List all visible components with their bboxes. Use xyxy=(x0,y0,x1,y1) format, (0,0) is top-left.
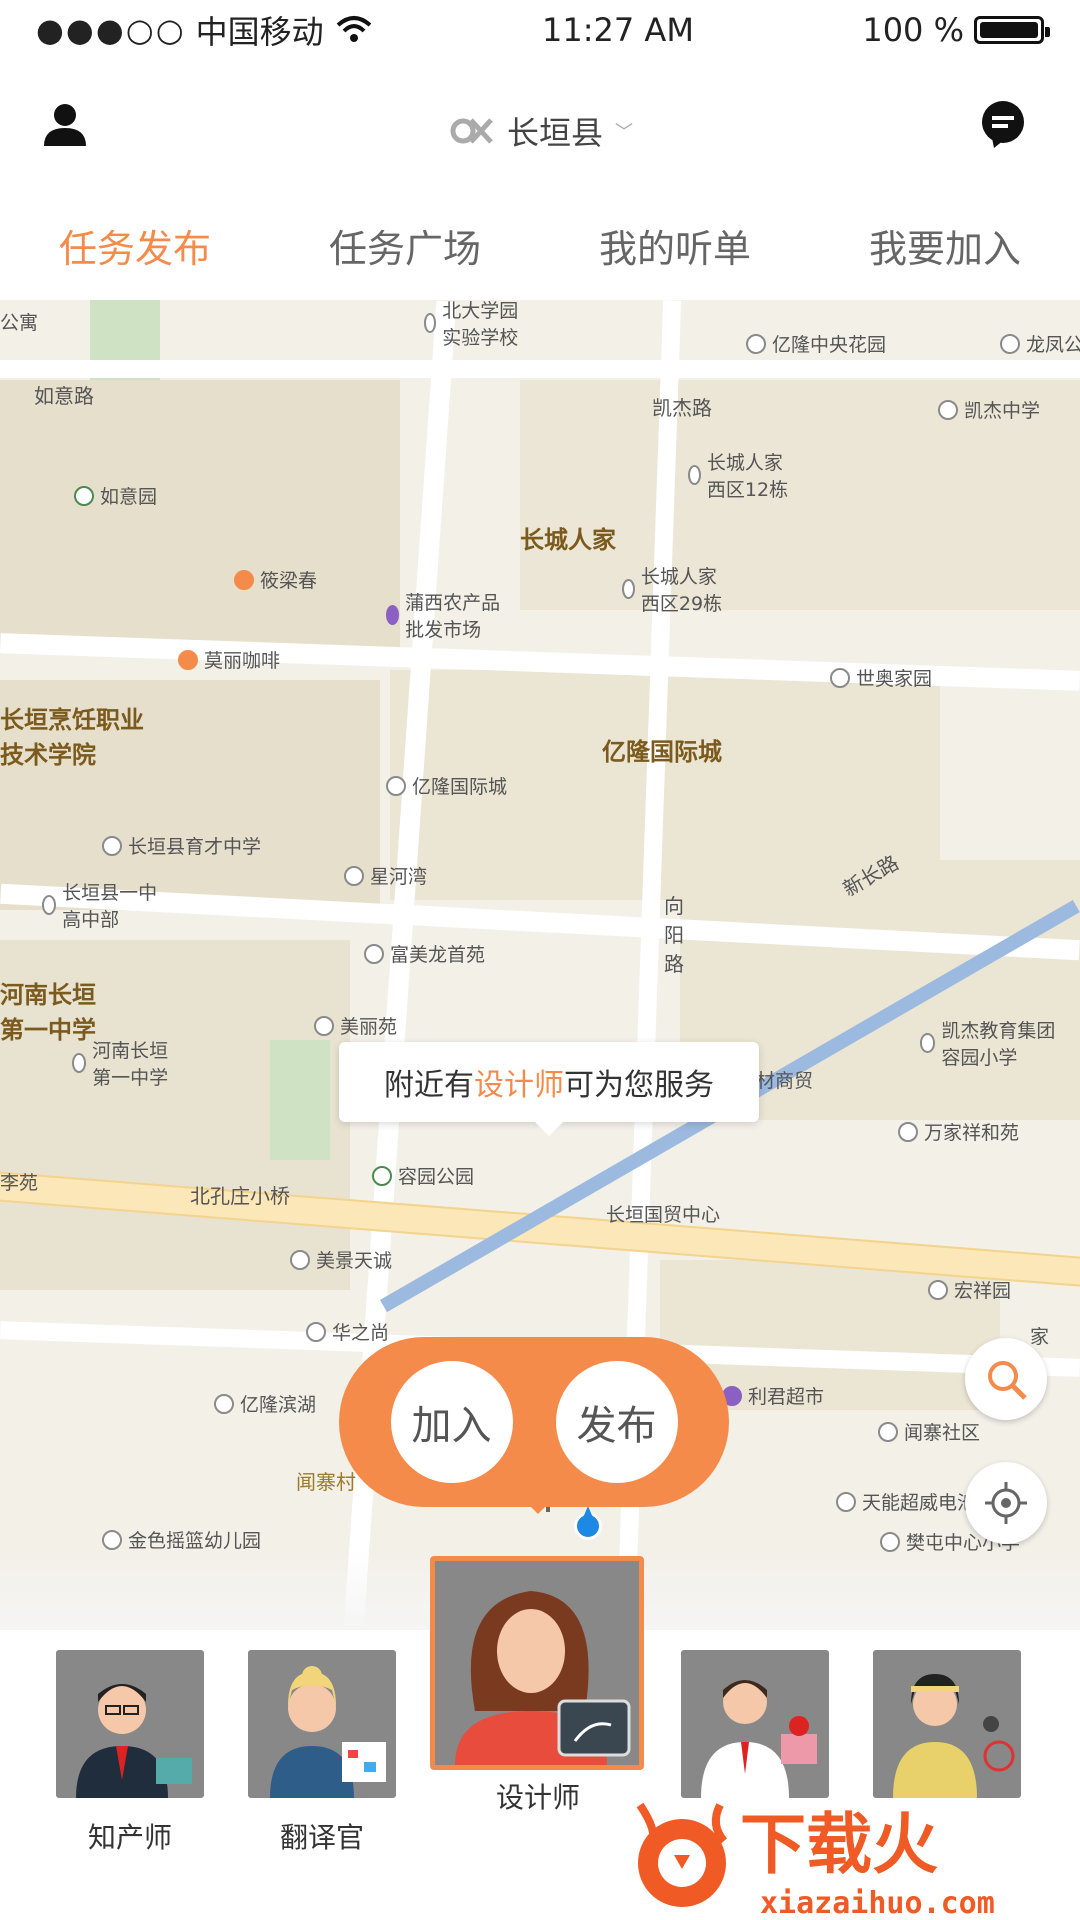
profession-ip-agent[interactable] xyxy=(56,1650,204,1798)
tab-my-orders[interactable]: 我的听单 xyxy=(599,218,751,273)
poi[interactable]: 亿隆中央花园 xyxy=(746,330,886,357)
profession-designer[interactable] xyxy=(430,1556,644,1770)
nearby-tooltip: 附近有 设计师 可为您服务 xyxy=(339,1042,759,1136)
map-search-button[interactable] xyxy=(965,1338,1047,1420)
tab-task-square[interactable]: 任务广场 xyxy=(329,218,481,273)
profession-translator[interactable] xyxy=(248,1650,396,1798)
poi[interactable]: 北大学园 实验学校 xyxy=(424,300,524,350)
poi[interactable]: 李苑 xyxy=(0,1168,38,1195)
profession-salesperson[interactable] xyxy=(681,1650,829,1798)
coach-avatar-icon xyxy=(893,1674,1015,1798)
battery-percent: 100 % xyxy=(862,11,964,49)
road-label: 凯杰路 xyxy=(652,396,712,420)
poi[interactable]: 闻寨社区 xyxy=(878,1418,980,1445)
poi[interactable]: 材商贸 xyxy=(756,1066,813,1093)
watermark-logo: 下载火 xiazaihuo.com xyxy=(636,1802,995,1920)
poi[interactable]: 莫丽咖啡 xyxy=(178,646,280,673)
poi[interactable]: 家 xyxy=(1030,1322,1049,1349)
poi[interactable]: 万家祥和苑 xyxy=(898,1118,1019,1145)
status-bar: ●●●○○ 中国移动 11:27 AM 100 % xyxy=(0,0,1080,60)
profession-label: 设计师 xyxy=(495,1781,580,1814)
signal-icon: ●●●○○ xyxy=(36,11,186,49)
poi[interactable]: 长垣县育才中学 xyxy=(102,832,261,859)
poi[interactable]: 凯杰中学 xyxy=(938,396,1040,423)
poi[interactable]: 凯杰教育集团 容园小学 xyxy=(920,1016,1080,1070)
poi[interactable]: 公寓 xyxy=(0,308,38,335)
salesperson-avatar-icon xyxy=(701,1680,817,1798)
svg-text:xiazaihuo.com: xiazaihuo.com xyxy=(760,1886,995,1920)
poi[interactable]: 长城人家 西区29栋 xyxy=(622,562,732,616)
road-label: 如意路 xyxy=(34,384,94,408)
ip-agent-avatar-icon xyxy=(76,1684,192,1798)
publish-button[interactable]: 发布 xyxy=(555,1361,678,1483)
action-pill: 加入 发布 xyxy=(339,1337,729,1507)
city-selector[interactable]: 长垣县 ﹀ xyxy=(0,108,1080,154)
link-logo-icon xyxy=(450,118,493,144)
poi[interactable]: 星河湾 xyxy=(344,862,427,889)
svg-text:下载火: 下载火 xyxy=(740,1806,938,1883)
poi[interactable]: 亿隆国际城 xyxy=(386,772,507,799)
tab-join[interactable]: 我要加入 xyxy=(869,218,1021,273)
poi[interactable]: 美丽苑 xyxy=(314,1012,397,1039)
locate-icon xyxy=(985,1482,1027,1524)
road-label: 北孔庄小桥 xyxy=(190,1184,290,1208)
poi[interactable]: 容园公园 xyxy=(372,1162,474,1189)
clock: 11:27 AM xyxy=(542,11,694,49)
message-icon[interactable] xyxy=(978,100,1028,150)
poi[interactable]: 世奥家园 xyxy=(830,664,932,691)
profession-bar: 知产师 翻译官 设计师 下载火 xiazaihuo.com xyxy=(0,1556,1080,1920)
poi[interactable]: 富美龙首苑 xyxy=(364,940,485,967)
search-icon xyxy=(988,1361,1027,1400)
poi[interactable]: 金色摇篮幼儿园 xyxy=(102,1526,261,1553)
tab-bar: 任务发布 任务广场 我的听单 我要加入 xyxy=(0,190,1080,300)
profession-coach[interactable] xyxy=(873,1650,1021,1798)
tab-task-publish[interactable]: 任务发布 xyxy=(59,218,211,273)
poi[interactable]: 美景天诚 xyxy=(290,1246,392,1273)
poi[interactable]: 亿隆滨湖 xyxy=(214,1390,316,1417)
poi[interactable]: 筱梁春 xyxy=(234,566,317,593)
poi[interactable]: 长垣县一中 高中部 xyxy=(42,878,162,932)
road-label: 闻寨村 xyxy=(296,1470,356,1494)
locate-button[interactable] xyxy=(965,1462,1047,1544)
poi[interactable]: 华之尚 xyxy=(306,1318,389,1345)
area-label: 长垣烹饪职业 技术学院 xyxy=(0,706,144,769)
battery-icon xyxy=(973,16,1050,44)
road-label: 向阳路 xyxy=(664,894,684,976)
area-label: 亿隆国际城 xyxy=(602,738,722,766)
join-button[interactable]: 加入 xyxy=(390,1361,513,1483)
wifi-icon xyxy=(336,16,371,42)
poi[interactable]: 如意园 xyxy=(74,482,157,509)
profession-label: 知产师 xyxy=(87,1821,172,1854)
poi[interactable]: 长城人家 西区12栋 xyxy=(688,448,798,502)
poi[interactable]: 利君超市 xyxy=(722,1382,824,1409)
poi[interactable]: 蒲西农产品 批发市场 xyxy=(386,588,506,642)
poi[interactable]: 长垣国贸中心 xyxy=(606,1200,720,1227)
current-location-icon xyxy=(574,1506,602,1540)
translator-avatar-icon xyxy=(270,1666,386,1798)
designer-avatar-icon xyxy=(455,1591,631,1765)
carrier-label: 中国移动 xyxy=(195,13,324,51)
profession-label: 翻译官 xyxy=(279,1821,364,1854)
chevron-down-icon: ﹀ xyxy=(615,122,633,143)
top-bar: 长垣县 ﹀ xyxy=(0,60,1080,190)
area-label: 长城人家 xyxy=(520,526,616,554)
city-label: 长垣县 xyxy=(506,114,603,152)
poi[interactable]: 龙凤公 xyxy=(1000,330,1080,357)
poi[interactable]: 宏祥园 xyxy=(928,1276,1011,1303)
poi[interactable]: 天能超威电池 xyxy=(836,1488,976,1515)
area-label: 河南长垣 第一中学 xyxy=(0,981,96,1044)
poi[interactable]: 河南长垣 第一中学 xyxy=(72,1036,192,1090)
